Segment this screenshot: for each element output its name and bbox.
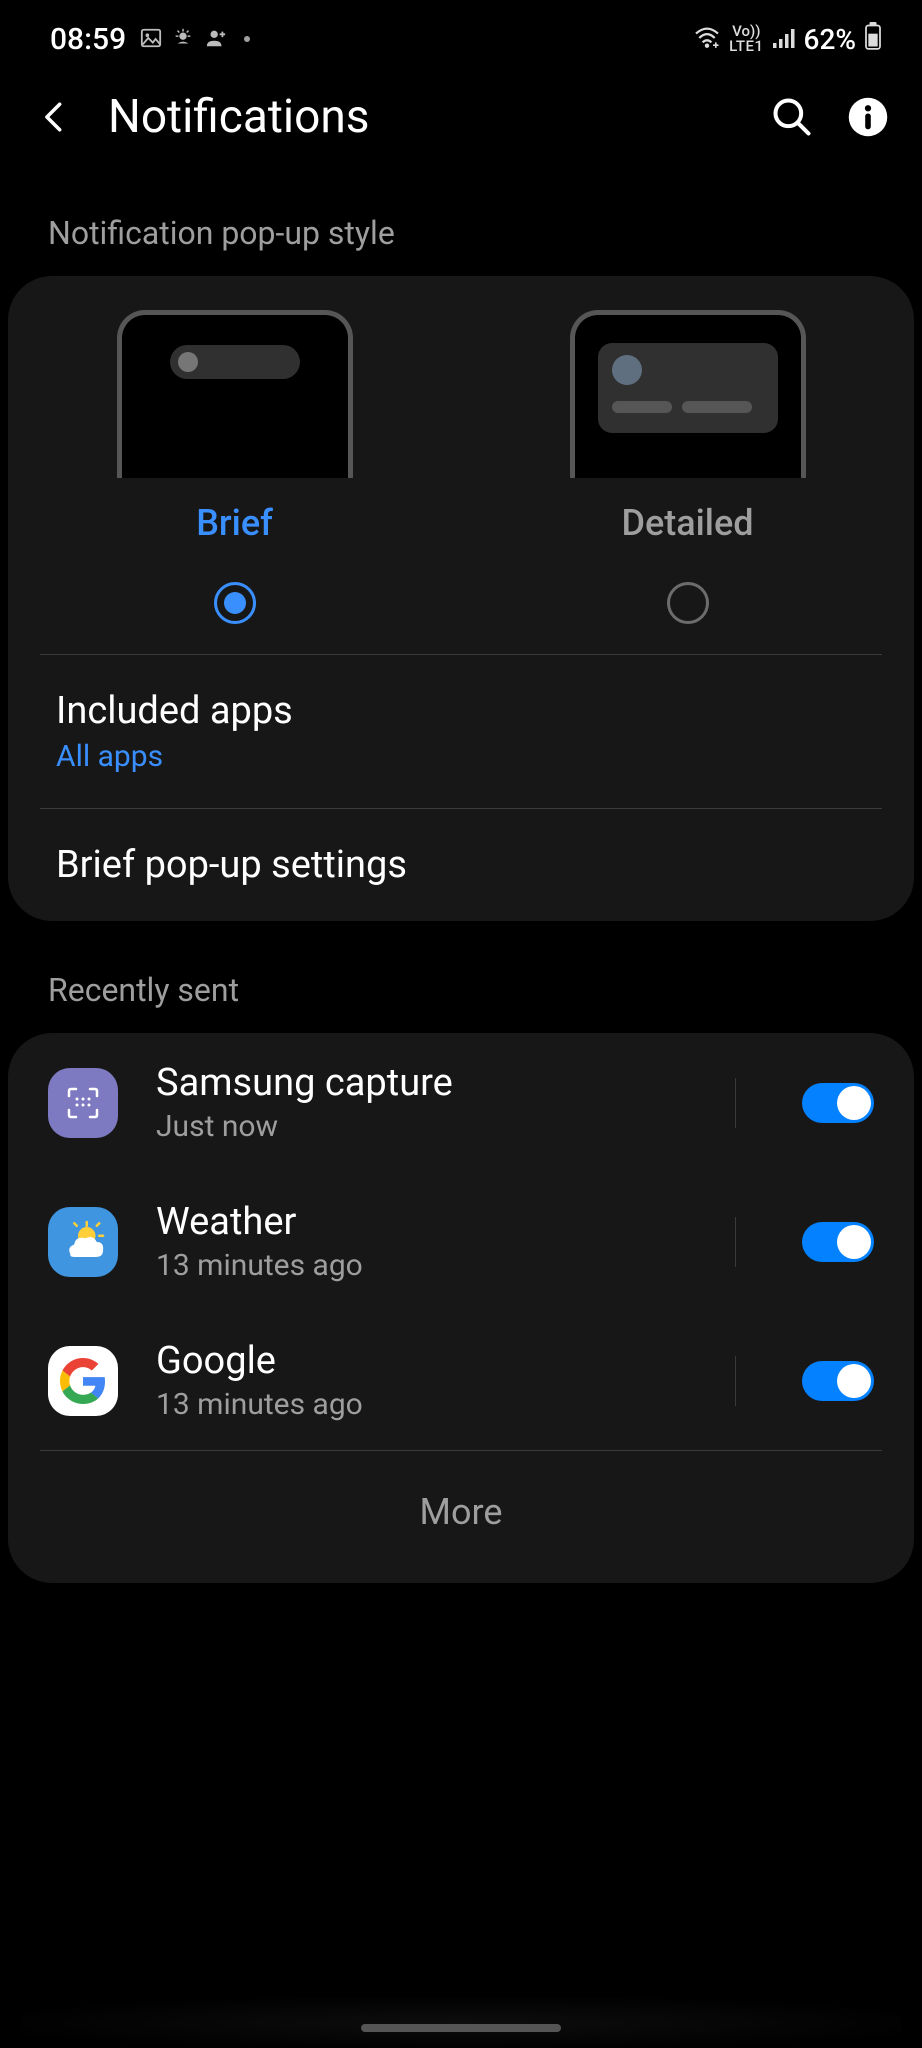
app-row-samsung-capture[interactable]: Samsung capture Just now [8,1033,914,1172]
chevron-left-icon [37,95,71,139]
app-time: 13 minutes ago [156,1248,697,1283]
weather-icon [48,1207,118,1277]
google-icon [48,1346,118,1416]
page-header: Notifications [0,60,922,164]
brief-label: Brief [196,502,273,544]
included-apps-sub: All apps [56,739,866,774]
brief-popup-settings-row[interactable]: Brief pop-up settings [8,809,914,921]
included-apps-title: Included apps [56,689,866,733]
search-icon [770,95,814,139]
detailed-radio[interactable] [667,582,709,624]
section-heading-recent: Recently sent [0,921,922,1033]
contact-add-icon [204,23,228,56]
nav-handle[interactable] [361,2024,561,2032]
wifi-icon [693,23,721,56]
popup-style-detailed[interactable]: Detailed [461,276,914,654]
volte-icon: Vo))LTE1 [729,24,763,54]
app-name: Google [156,1339,697,1383]
signal-icon [772,23,796,56]
app-time: Just now [156,1109,697,1144]
search-button[interactable] [766,91,818,143]
brief-preview [117,310,353,478]
brief-radio[interactable] [214,582,256,624]
included-apps-row[interactable]: Included apps All apps [8,655,914,808]
toggle-google[interactable] [802,1361,874,1401]
app-row-google[interactable]: Google 13 minutes ago [8,1311,914,1450]
recent-card: Samsung capture Just now Weather 13 minu… [8,1033,914,1583]
status-bar: 08:59 Vo))LTE1 62% [0,0,922,60]
app-row-weather[interactable]: Weather 13 minutes ago [8,1172,914,1311]
detailed-preview [570,310,806,478]
app-name: Weather [156,1200,697,1244]
section-heading-popup-style: Notification pop-up style [0,164,922,276]
status-time: 08:59 [50,22,126,57]
info-icon [847,96,889,138]
brief-popup-settings-title: Brief pop-up settings [56,843,866,887]
detailed-label: Detailed [621,502,753,544]
popup-style-brief[interactable]: Brief [8,276,461,654]
page-title: Notifications [108,90,738,144]
weather-status-icon [172,23,194,56]
popup-style-card: Brief Detailed Included apps All apps Br… [8,276,914,921]
more-button[interactable]: More [8,1451,914,1583]
app-name: Samsung capture [156,1061,697,1105]
more-status-icon [244,36,250,42]
toggle-weather[interactable] [802,1222,874,1262]
app-time: 13 minutes ago [156,1387,697,1422]
battery-icon [864,22,882,57]
back-button[interactable] [28,91,80,143]
info-button[interactable] [842,91,894,143]
battery-percent: 62% [804,23,856,56]
samsung-capture-icon [48,1068,118,1138]
nav-background [20,1998,902,2048]
toggle-samsung-capture[interactable] [802,1083,874,1123]
gallery-icon [140,23,162,56]
